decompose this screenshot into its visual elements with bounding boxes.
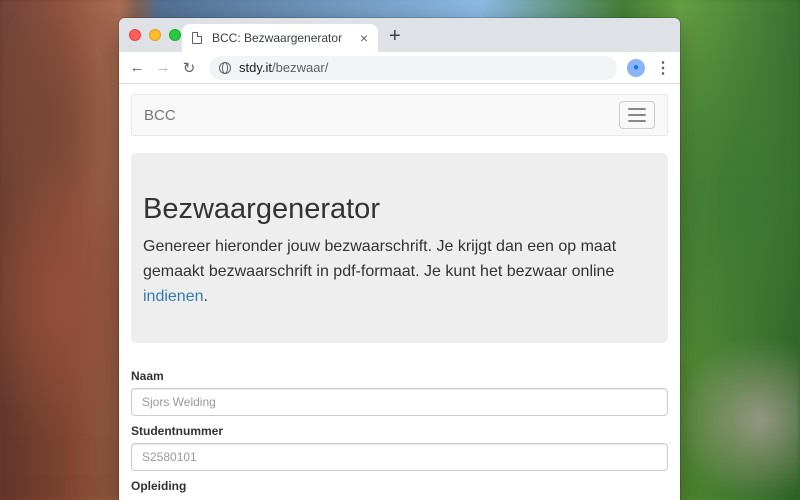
objection-form: Naam Studentnummer Opleiding xyxy=(131,369,668,493)
site-brand[interactable]: BCC xyxy=(144,107,176,124)
globe-icon xyxy=(219,61,231,74)
tab-bar: BCC: Bezwaargenerator × + xyxy=(119,18,680,52)
site-navbar: BCC xyxy=(131,94,668,136)
url-host: stdy.it xyxy=(239,60,272,75)
browser-tab[interactable]: BCC: Bezwaargenerator × xyxy=(182,24,378,52)
hamburger-bar-icon xyxy=(628,108,646,110)
address-bar[interactable]: stdy.it/bezwaar/ xyxy=(209,55,617,80)
hamburger-bar-icon xyxy=(628,114,646,116)
user-icon: ● xyxy=(632,62,640,73)
studentnummer-label: Studentnummer xyxy=(131,424,224,438)
studentnummer-input[interactable] xyxy=(131,443,668,471)
hamburger-bar-icon xyxy=(628,120,646,122)
hamburger-menu-button[interactable] xyxy=(619,101,655,129)
intro-text-body: Genereer hieronder jouw bezwaarschrift. … xyxy=(143,238,617,280)
minimize-window-button[interactable] xyxy=(149,29,161,41)
back-button[interactable]: ← xyxy=(125,59,149,76)
intro-text: Genereer hieronder jouw bezwaarschrift. … xyxy=(143,234,656,309)
browser-toolbar: ← → ↻ stdy.it/bezwaar/ ● ⋮ xyxy=(119,52,680,84)
reload-button[interactable]: ↻ xyxy=(177,59,201,77)
tab-close-icon[interactable]: × xyxy=(360,31,368,45)
page-title: Bezwaargenerator xyxy=(143,193,380,225)
profile-avatar[interactable]: ● xyxy=(627,58,645,77)
opleiding-label: Opleiding xyxy=(131,479,187,493)
url-path: /bezwaar/ xyxy=(272,60,329,75)
browser-window: BCC: Bezwaargenerator × + ← → ↻ stdy.it /… xyxy=(119,18,680,500)
intro-text-end: . xyxy=(203,288,208,305)
page-content: BCC Bezwaargenerator Genereer hieronder … xyxy=(119,84,680,500)
hero-jumbotron: Bezwaargenerator Genereer hieronder jouw… xyxy=(131,153,668,343)
close-window-button[interactable] xyxy=(129,29,141,41)
tab-title: BCC: Bezwaargenerator xyxy=(212,31,343,45)
maximize-window-button[interactable] xyxy=(169,29,181,41)
form-group-opleiding: Opleiding xyxy=(131,479,668,493)
form-group-studentnummer: Studentnummer xyxy=(131,424,668,471)
browser-menu-button[interactable]: ⋮ xyxy=(655,58,671,78)
window-controls xyxy=(129,29,181,41)
form-group-naam: Naam xyxy=(131,369,668,416)
forward-button[interactable]: → xyxy=(151,59,175,76)
naam-label: Naam xyxy=(131,369,164,383)
submit-online-link[interactable]: indienen xyxy=(143,288,204,305)
new-tab-button[interactable]: + xyxy=(389,26,401,46)
naam-input[interactable] xyxy=(131,388,668,416)
document-icon xyxy=(192,32,202,44)
